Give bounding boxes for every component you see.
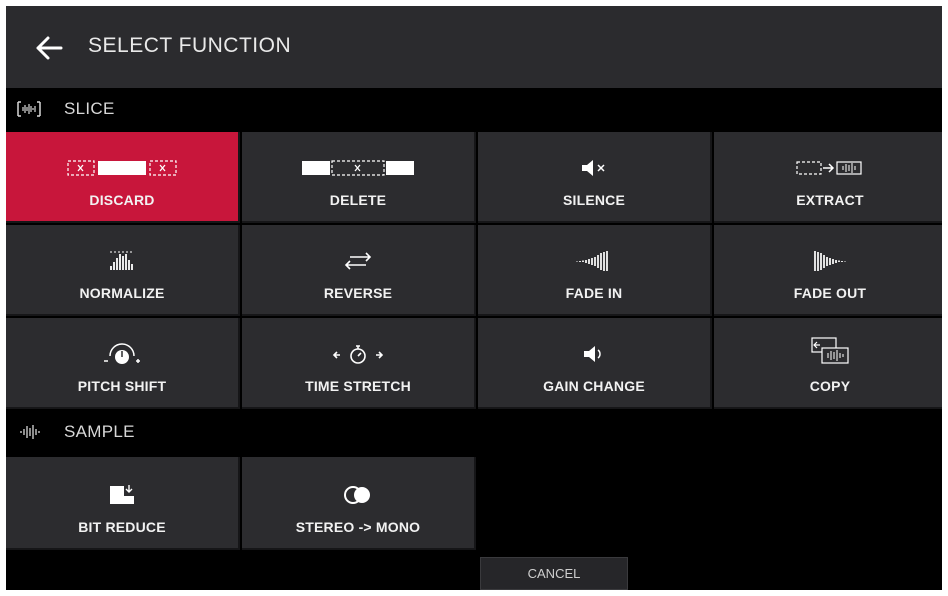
normalize-icon [110, 251, 134, 270]
arrow-left-icon[interactable] [34, 34, 64, 62]
section-sample: SAMPLE [6, 411, 942, 455]
function-label: PITCH SHIFT [77, 378, 167, 394]
function-fade-out[interactable]: FADE OUT [714, 225, 942, 316]
function-silence[interactable]: SILENCE [478, 132, 712, 223]
function-label: DISCARD [89, 192, 155, 208]
page-title: SELECT FUNCTION [88, 34, 292, 57]
function-label: STEREO -> MONO [295, 519, 421, 535]
function-normalize[interactable]: NORMALIZE [6, 225, 240, 316]
delete-icon [302, 160, 414, 176]
function-label: FADE OUT [793, 285, 867, 301]
function-label: BIT REDUCE [78, 519, 166, 535]
header-bar: SELECT FUNCTION [6, 6, 942, 88]
copy-icon [811, 337, 849, 364]
speaker-mute-icon [582, 160, 605, 176]
function-reverse[interactable]: REVERSE [242, 225, 476, 316]
function-bit-reduce[interactable]: BIT REDUCE [6, 457, 240, 550]
function-time-stretch[interactable]: TIME STRETCH [242, 318, 476, 409]
stopwatch-icon [332, 345, 384, 364]
function-stereo-mono[interactable]: STEREO -> MONO [242, 457, 476, 550]
function-label: TIME STRETCH [305, 378, 411, 394]
extract-icon [796, 161, 862, 175]
stereo-mono-icon [344, 486, 370, 504]
function-discard[interactable]: DISCARD [6, 132, 240, 223]
function-label: EXTRACT [796, 192, 864, 208]
fade-in-icon [576, 251, 608, 271]
function-label: COPY [809, 378, 851, 394]
section-label-slice: SLICE [64, 99, 115, 118]
function-copy[interactable]: COPY [714, 318, 942, 409]
function-pitch-shift[interactable]: PITCH SHIFT [6, 318, 240, 409]
function-delete[interactable]: DELETE [242, 132, 476, 223]
cancel-button[interactable]: CANCEL [480, 557, 628, 590]
waveform-icon [20, 425, 40, 439]
pitch-knob-icon [104, 343, 140, 364]
function-extract[interactable]: EXTRACT [714, 132, 942, 223]
speaker-icon [584, 346, 601, 362]
bit-reduce-icon [110, 485, 134, 504]
reverse-arrows-icon [344, 252, 372, 270]
fade-out-icon [814, 251, 846, 271]
function-gain-change[interactable]: GAIN CHANGE [478, 318, 712, 409]
discard-icon [67, 160, 177, 176]
function-fade-in[interactable]: FADE IN [478, 225, 712, 316]
select-function-screen: SELECT FUNCTION SLICE DISCARD DELETE SIL… [6, 6, 942, 590]
section-slice: SLICE [6, 88, 942, 132]
waveform-slice-icon [17, 101, 41, 117]
function-label: REVERSE [323, 285, 393, 301]
function-label: FADE IN [565, 285, 623, 301]
function-label: SILENCE [562, 192, 626, 208]
function-label: DELETE [329, 192, 387, 208]
section-label-sample: SAMPLE [64, 422, 135, 441]
function-label: NORMALIZE [79, 285, 165, 301]
function-label: GAIN CHANGE [543, 378, 645, 394]
